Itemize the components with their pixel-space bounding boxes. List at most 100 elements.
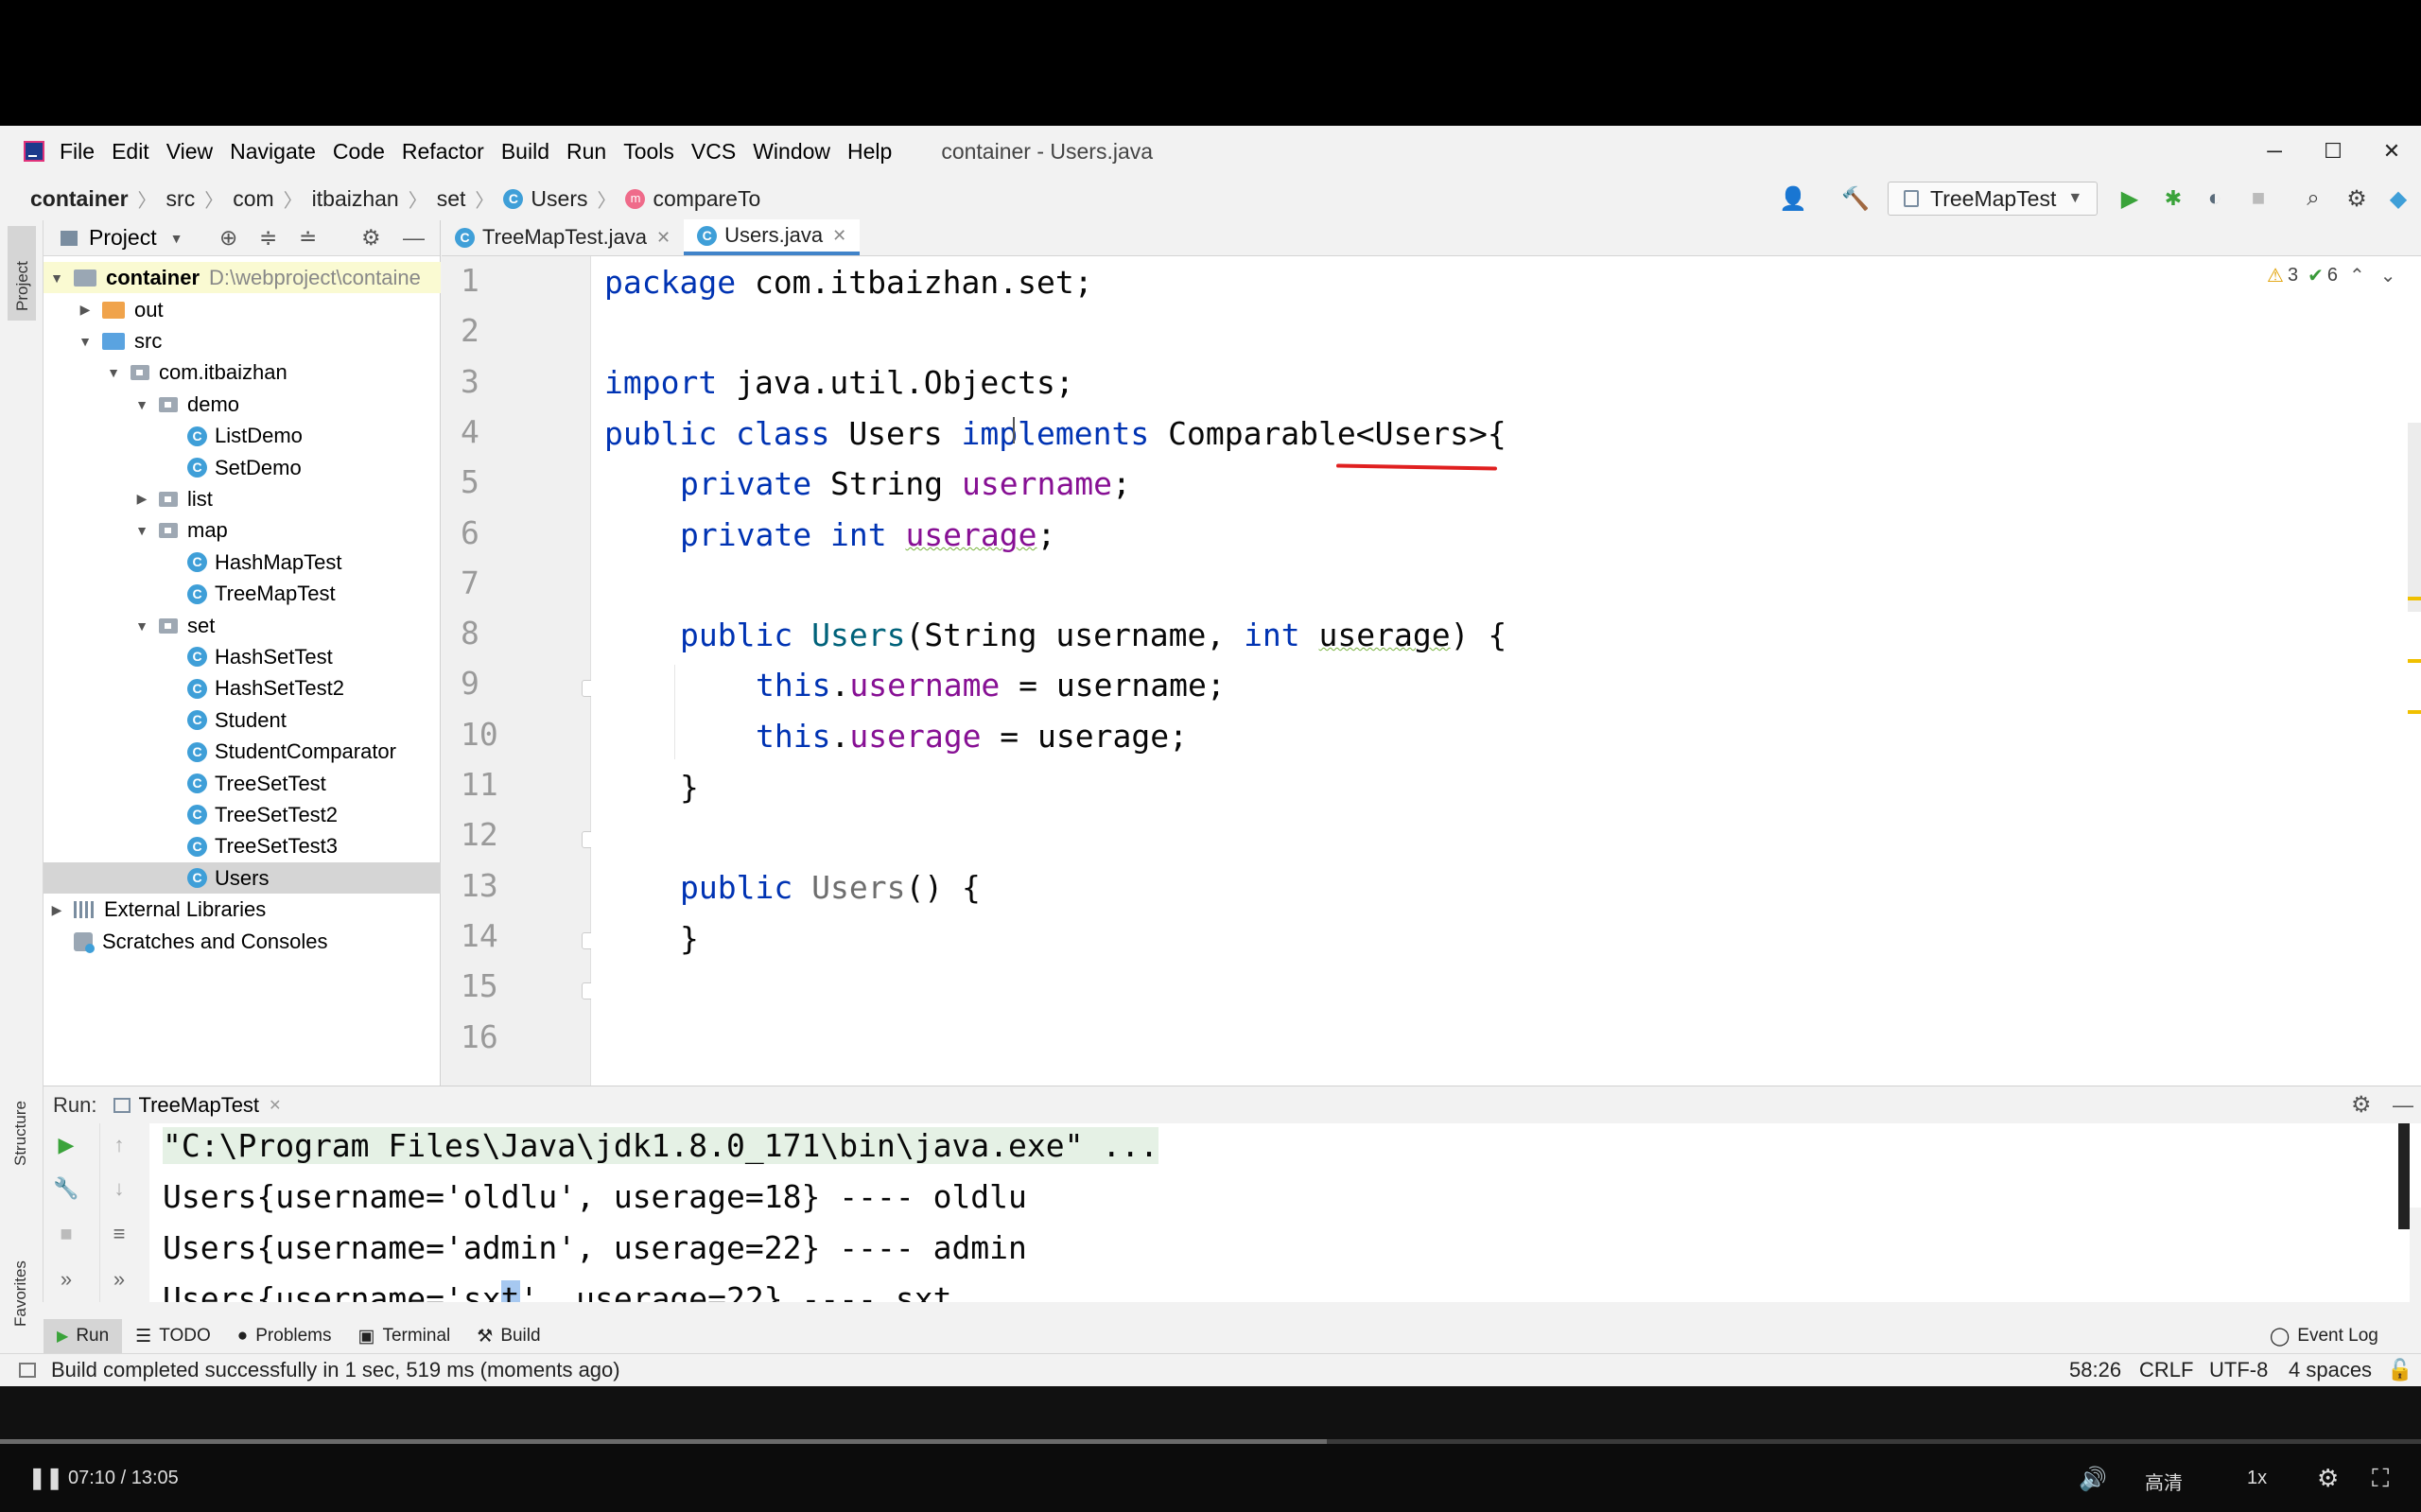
arrow-up-icon[interactable]: ↑ xyxy=(100,1129,138,1161)
menu-run[interactable]: Run xyxy=(566,139,606,165)
tree-item-treesettest3[interactable]: C TreeSetTest3 xyxy=(44,831,441,862)
project-view-label[interactable]: Project xyxy=(89,225,157,251)
breadcrumb-container[interactable]: container xyxy=(30,186,129,212)
menu-tools[interactable]: Tools xyxy=(623,139,674,165)
tree-item-set[interactable]: ▼ set xyxy=(44,610,441,641)
breadcrumb-itbaizhan[interactable]: itbaizhan xyxy=(312,186,399,212)
menu-refactor[interactable]: Refactor xyxy=(402,139,484,165)
tree-item-hashsettest2[interactable]: C HashSetTest2 xyxy=(44,673,441,704)
chevron-down-icon[interactable]: ▼ xyxy=(134,397,149,412)
tab-treemaptest[interactable]: C TreeMapTest.java ✕ xyxy=(442,219,684,255)
tree-item-hashmaptest[interactable]: C HashMapTest xyxy=(44,547,441,578)
coverage-icon[interactable]: ◐ xyxy=(2196,177,2234,220)
speed-button[interactable]: 1x xyxy=(2247,1468,2267,1489)
chevron-down-icon[interactable]: ▼ xyxy=(134,523,149,538)
tree-item-users[interactable]: C Users xyxy=(44,862,441,895)
breadcrumb-compareto[interactable]: compareTo xyxy=(653,186,760,212)
more-icon[interactable]: » xyxy=(47,1263,85,1295)
menu-code[interactable]: Code xyxy=(333,139,385,165)
expand-all-icon[interactable]: ≑ xyxy=(259,225,277,251)
tree-item-listdemo[interactable]: C ListDemo xyxy=(44,421,441,452)
panel-toggle-icon[interactable] xyxy=(19,1363,36,1378)
tree-item-external-libraries[interactable]: ▶ External Libraries xyxy=(44,895,441,926)
close-tab-icon[interactable]: ✕ xyxy=(269,1096,281,1115)
breadcrumb-set[interactable]: set xyxy=(437,186,466,212)
chevron-right-icon[interactable]: ▶ xyxy=(49,902,64,918)
tree-item-hashsettest[interactable]: C HashSetTest xyxy=(44,641,441,672)
tree-item-out[interactable]: ▶ out xyxy=(44,294,441,325)
plugin-icon[interactable]: ◆ xyxy=(2379,177,2417,220)
tool-problems[interactable]: ● Problems xyxy=(224,1319,345,1353)
chevron-right-icon[interactable]: ▶ xyxy=(78,302,93,318)
project-stripe-button[interactable]: Project xyxy=(8,226,36,321)
chevron-down-icon[interactable]: ▼ xyxy=(49,270,64,286)
chevron-down-icon[interactable]: ⌄ xyxy=(2380,264,2396,287)
menu-file[interactable]: File xyxy=(60,139,95,165)
tree-item-list[interactable]: ▶ list xyxy=(44,483,441,514)
chevron-down-icon[interactable]: ▼ xyxy=(170,231,183,246)
code-editor[interactable]: ⚠ 3 ✔ 6 ⌃ ⌄ package com.itbaizhan.set; i… xyxy=(591,256,2421,1208)
run-tab-label[interactable]: TreeMapTest xyxy=(138,1093,259,1118)
pause-icon[interactable]: ❚❚ xyxy=(28,1466,63,1490)
close-tab-icon[interactable]: ✕ xyxy=(832,226,846,246)
menu-build[interactable]: Build xyxy=(501,139,549,165)
chevron-down-icon[interactable]: ▼ xyxy=(134,618,149,634)
breadcrumb-src[interactable]: src xyxy=(166,186,196,212)
caret-position[interactable]: 58:26 xyxy=(2069,1358,2121,1382)
edit-config-icon[interactable]: 🔧 xyxy=(47,1173,85,1205)
warning-marker[interactable] xyxy=(2408,659,2421,663)
tree-item-map[interactable]: ▼ map xyxy=(44,515,441,547)
collapse-all-icon[interactable]: ≐ xyxy=(299,225,317,251)
debug-icon[interactable]: ✱ xyxy=(2154,177,2192,220)
more-icon[interactable]: » xyxy=(100,1263,138,1295)
minimize-button[interactable]: ─ xyxy=(2245,126,2304,177)
menu-navigate[interactable]: Navigate xyxy=(230,139,316,165)
tree-item-studentcomparator[interactable]: C StudentComparator xyxy=(44,737,441,768)
line-separator[interactable]: CRLF xyxy=(2139,1358,2193,1382)
menu-edit[interactable]: Edit xyxy=(112,139,149,165)
tab-users[interactable]: C Users.java ✕ xyxy=(684,219,861,255)
menu-view[interactable]: View xyxy=(166,139,213,165)
chevron-right-icon[interactable]: ▶ xyxy=(134,491,149,507)
favorites-stripe-label[interactable]: Favorites xyxy=(11,1260,30,1327)
stop-icon[interactable]: ■ xyxy=(2239,177,2277,220)
settings-gear-icon[interactable]: ⚙ xyxy=(2338,177,2376,220)
close-tab-icon[interactable]: ✕ xyxy=(656,228,671,248)
soft-wrap-icon[interactable]: ≡ xyxy=(100,1218,138,1250)
run-configuration-select[interactable]: TreeMapTest ▼ xyxy=(1888,182,2098,216)
chevron-down-icon[interactable]: ▼ xyxy=(78,334,93,349)
tool-terminal[interactable]: ▣ Terminal xyxy=(345,1319,464,1353)
tool-run[interactable]: ▶ Run xyxy=(44,1319,123,1353)
run-icon[interactable]: ▶ xyxy=(2111,177,2149,220)
menu-vcs[interactable]: VCS xyxy=(691,139,736,165)
tree-item-src[interactable]: ▼ src xyxy=(44,325,441,356)
build-hammer-icon[interactable]: 🔨 xyxy=(1837,177,1874,220)
tree-item-com-itbaizhan[interactable]: ▼ com.itbaizhan xyxy=(44,357,441,389)
event-log-button[interactable]: ◯ Event Log xyxy=(2256,1319,2392,1353)
chevron-up-icon[interactable]: ⌃ xyxy=(2349,264,2365,287)
tree-item-treemaptest[interactable]: C TreeMapTest xyxy=(44,579,441,610)
editor-scrollbar[interactable] xyxy=(2408,423,2421,612)
inspection-widget[interactable]: ⚠ 3 ✔ 6 ⌃ ⌄ xyxy=(2267,264,2395,287)
quality-button[interactable]: 高清 xyxy=(2145,1468,2183,1495)
search-icon[interactable]: ⌕ xyxy=(2294,177,2332,220)
player-settings-icon[interactable]: ⚙ xyxy=(2317,1464,2339,1493)
lock-icon[interactable]: 🔓 xyxy=(2387,1358,2412,1382)
tree-item-demo[interactable]: ▼ demo xyxy=(44,389,441,420)
close-button[interactable]: ✕ xyxy=(2362,126,2421,177)
tree-item-treesettest[interactable]: C TreeSetTest xyxy=(44,768,441,799)
tree-item-setdemo[interactable]: C SetDemo xyxy=(44,452,441,483)
breadcrumb-com[interactable]: com xyxy=(233,186,273,212)
run-settings-icon[interactable]: ⚙ xyxy=(2351,1091,2372,1119)
stop-icon[interactable]: ■ xyxy=(47,1218,85,1250)
volume-icon[interactable]: 🔊 xyxy=(2079,1466,2107,1493)
tool-todo[interactable]: ☰ TODO xyxy=(122,1319,224,1353)
locate-file-icon[interactable]: ⊕ xyxy=(219,225,237,251)
structure-stripe-label[interactable]: Structure xyxy=(11,1101,30,1166)
maximize-button[interactable]: ☐ xyxy=(2304,126,2362,177)
indent-setting[interactable]: 4 spaces xyxy=(2289,1358,2372,1382)
fullscreen-icon[interactable]: ⛶ xyxy=(2372,1464,2389,1494)
tool-build[interactable]: ⚒ Build xyxy=(463,1319,553,1353)
tree-item-treesettest2[interactable]: C TreeSetTest2 xyxy=(44,799,441,830)
chevron-down-icon[interactable]: ▼ xyxy=(106,365,121,380)
